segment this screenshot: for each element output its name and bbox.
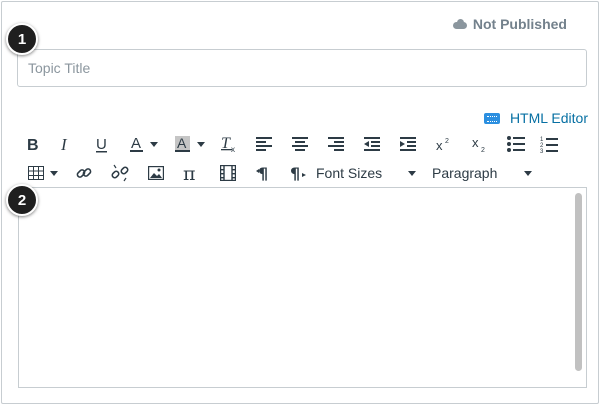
subscript-icon[interactable]: x2 [462,132,498,156]
align-left-icon[interactable] [246,132,282,156]
table-icon [28,166,44,180]
chevron-down-icon [408,170,416,176]
math-equation-icon[interactable]: π [174,161,210,185]
outdent-icon[interactable] [354,132,390,156]
svg-text:B: B [27,137,39,152]
svg-text:3: 3 [540,149,544,153]
cloud-icon [452,19,467,29]
bold-button[interactable]: B [18,132,48,156]
svg-text:2: 2 [445,138,449,145]
table-button[interactable] [18,161,66,185]
italic-button[interactable]: I [48,132,84,156]
font-sizes-select[interactable]: Font Sizes [314,161,422,185]
chevron-down-icon [50,170,58,176]
align-center-icon[interactable] [282,132,318,156]
svg-text:π: π [183,165,196,182]
keyboard-icon [483,112,500,124]
topic-title-input[interactable] [17,49,587,87]
svg-text:I: I [60,136,68,152]
indent-icon[interactable] [390,132,426,156]
font-sizes-label: Font Sizes [316,165,383,181]
unlink-icon[interactable] [102,161,138,185]
superscript-icon[interactable]: x2 [426,132,462,156]
svg-text:x: x [436,138,443,152]
svg-text:A: A [131,135,141,152]
svg-text:x: x [472,135,479,150]
rich-content-editor[interactable] [18,187,587,388]
svg-text:A: A [177,135,187,151]
callout-2: 2 [6,184,38,216]
toolbar-row-1: B I U A A Tx x2 x2 123 [18,132,564,156]
bullet-list-icon[interactable] [498,132,534,156]
callout-1: 1 [6,23,38,55]
publish-status-label: Not Published [472,16,567,32]
right-to-left-icon[interactable]: ¶ [282,161,314,185]
image-icon[interactable] [138,161,174,185]
chevron-down-icon [524,170,532,176]
link-icon[interactable] [66,161,102,185]
align-right-icon[interactable] [318,132,354,156]
chevron-down-icon [197,141,205,147]
clear-formatting-button[interactable]: Tx [212,132,246,156]
html-editor-label: HTML Editor [509,110,588,126]
background-color-button[interactable]: A [168,132,212,156]
left-to-right-icon[interactable]: ¶ [246,161,282,185]
svg-text:2: 2 [481,147,485,153]
svg-text:x: x [231,145,235,153]
html-editor-link[interactable]: HTML Editor [483,110,588,126]
toolbar-row-2: π ¶ ¶ Font Sizes Paragraph [18,161,538,185]
chevron-down-icon [150,141,158,147]
svg-text:U: U [96,136,107,153]
text-color-button[interactable]: A [120,132,168,156]
numbered-list-icon[interactable]: 123 [534,132,564,156]
paragraph-label: Paragraph [432,165,498,181]
svg-text:¶: ¶ [290,165,300,181]
paragraph-select[interactable]: Paragraph [422,161,538,185]
svg-text:¶: ¶ [258,165,268,181]
underline-button[interactable]: U [84,132,120,156]
editor-scrollbar[interactable] [575,193,582,371]
media-film-icon[interactable] [210,161,246,185]
publish-status[interactable]: Not Published [452,16,567,32]
